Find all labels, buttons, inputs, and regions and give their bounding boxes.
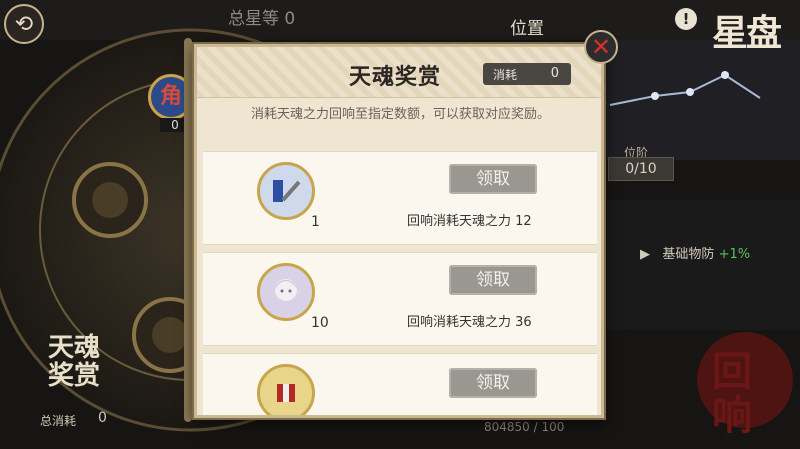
reward-condition: 回响消耗天魂之力 12 <box>407 214 532 229</box>
popup-description: 消耗天魂之力回响至指定数额，可以获取对应奖励。 <box>251 107 551 122</box>
reward-row: 领取 <box>203 353 597 415</box>
reward-popup: 天魂奖赏 消耗 0 消耗天魂之力回响至指定数额，可以获取对应奖励。 1 领取 回… <box>194 44 604 418</box>
echo-button[interactable]: 回响 <box>712 350 772 438</box>
info-icon[interactable]: ! <box>675 8 697 30</box>
back-button[interactable]: ⟲ <box>4 4 44 44</box>
position-label: 位置 <box>510 19 544 39</box>
total-consume-value: 0 <box>98 410 107 426</box>
total-stars-label: 总星等 0 <box>228 9 296 29</box>
claim-button[interactable]: 领取 <box>449 164 537 194</box>
stage-value: 0/10 <box>608 157 674 181</box>
character-portrait-icon[interactable] <box>257 263 315 321</box>
tianhun-reward-logo[interactable]: 天魂奖赏 <box>48 334 108 390</box>
popup-title: 天魂奖赏 <box>349 64 442 90</box>
scroll-rod-decoration <box>184 38 192 422</box>
stat-name: 基础物防 <box>662 247 715 262</box>
equipment-icon[interactable] <box>257 162 315 220</box>
close-icon: ✕ <box>590 33 612 61</box>
stat-bonus: +1% <box>718 247 751 262</box>
back-arrow-icon: ⟲ <box>14 11 34 37</box>
consume-value: 0 <box>550 66 559 81</box>
progress-text: 804850 / 100 <box>484 420 565 434</box>
reward-row: 10 领取 回响消耗天魂之力 36 <box>203 252 597 346</box>
consume-label: 消耗 <box>493 68 518 82</box>
reward-count: 10 <box>311 315 329 331</box>
total-consume-label: 总消耗 <box>40 414 77 428</box>
claim-button[interactable]: 领取 <box>449 265 537 295</box>
close-button[interactable]: ✕ <box>584 30 618 64</box>
play-icon: ▶ <box>640 247 650 262</box>
consume-box: 消耗 0 <box>483 63 571 85</box>
claim-button[interactable]: 领取 <box>449 368 537 398</box>
stat-row: ▶ 基础物防 +1% <box>640 243 750 262</box>
reward-row: 1 领取 回响消耗天魂之力 12 <box>203 151 597 245</box>
page-title: 星盘 <box>712 12 782 54</box>
reward-condition: 回响消耗天魂之力 36 <box>407 315 532 330</box>
item-icon[interactable] <box>257 364 315 415</box>
reward-count: 1 <box>311 214 320 230</box>
